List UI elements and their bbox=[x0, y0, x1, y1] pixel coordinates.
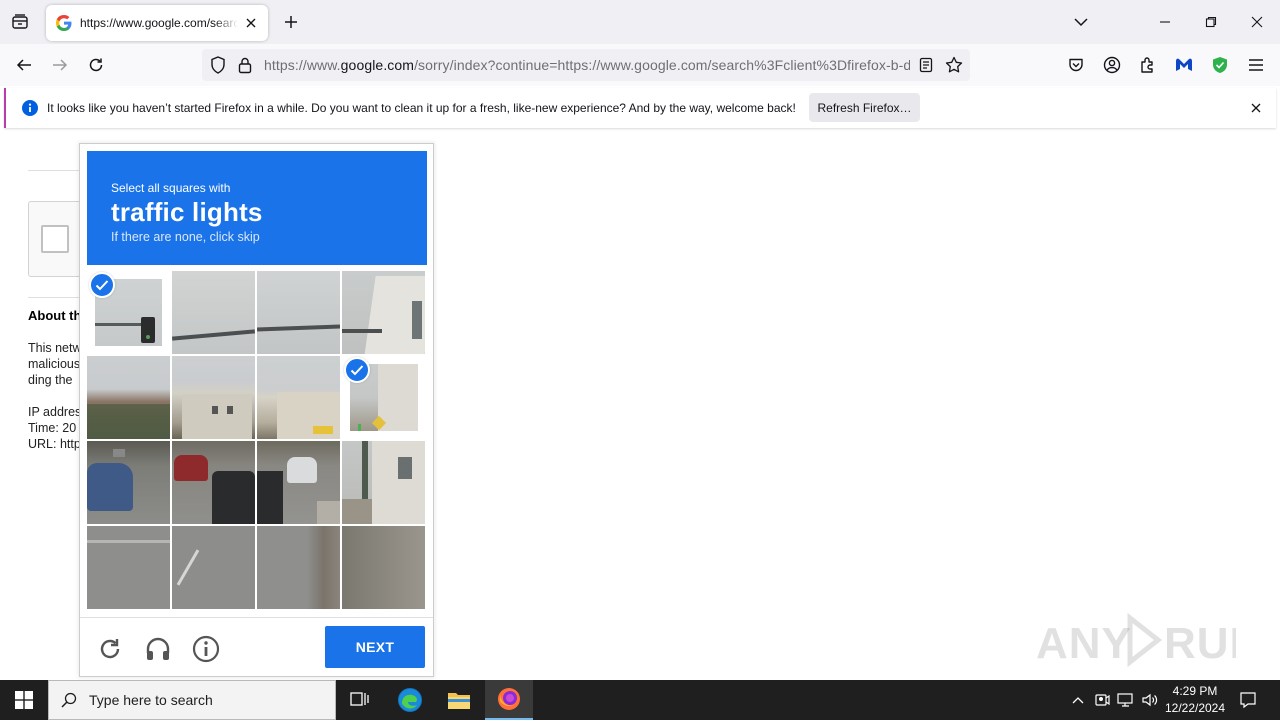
google-favicon bbox=[56, 15, 72, 31]
firefox-icon[interactable] bbox=[485, 680, 533, 720]
taskbar-search-placeholder: Type here to search bbox=[89, 692, 213, 708]
tab-strip: https://www.google.com/search bbox=[0, 0, 1280, 44]
task-view-icon[interactable] bbox=[336, 680, 384, 720]
captcha-tile[interactable] bbox=[257, 356, 340, 439]
captcha-tile[interactable] bbox=[257, 441, 340, 524]
svg-text:ANY: ANY bbox=[1036, 619, 1132, 668]
url-path: /sorry/index?continue=https://www.google… bbox=[414, 57, 910, 73]
captcha-tile[interactable] bbox=[87, 356, 170, 439]
account-icon[interactable] bbox=[1098, 51, 1126, 79]
url-text[interactable]: https://www.google.com/sorry/index?conti… bbox=[264, 57, 910, 75]
notification-message: It looks like you haven’t started Firefo… bbox=[47, 101, 796, 115]
captcha-grid bbox=[87, 271, 426, 610]
info-icon[interactable] bbox=[190, 633, 222, 665]
captcha-tile[interactable] bbox=[342, 271, 425, 354]
svg-text:RUN: RUN bbox=[1164, 619, 1236, 668]
star-icon[interactable] bbox=[944, 55, 964, 75]
reader-view-icon[interactable] bbox=[916, 55, 936, 75]
volume-icon[interactable] bbox=[1140, 690, 1160, 710]
close-icon[interactable] bbox=[1248, 100, 1264, 116]
headphones-icon[interactable] bbox=[142, 633, 174, 665]
about-heading: About th bbox=[28, 308, 82, 323]
info-icon bbox=[22, 100, 38, 116]
clock-time: 4:29 PM bbox=[1172, 684, 1218, 698]
taskbar-clock[interactable]: 4:29 PM 12/22/2024 bbox=[1162, 683, 1228, 717]
reload-icon[interactable] bbox=[82, 51, 110, 79]
captcha-tile[interactable] bbox=[87, 441, 170, 524]
url-host: google.com bbox=[340, 57, 415, 73]
ip-line: IP addres bbox=[28, 405, 82, 419]
chevron-down-icon[interactable] bbox=[1068, 10, 1094, 34]
clock-date: 12/22/2024 bbox=[1164, 701, 1226, 715]
menu-icon[interactable] bbox=[1242, 51, 1270, 79]
pocket-icon[interactable] bbox=[1062, 51, 1090, 79]
body-line: ding the bbox=[28, 373, 73, 387]
taskbar-search[interactable]: Type here to search bbox=[48, 680, 336, 720]
extensions-icon[interactable] bbox=[1134, 51, 1162, 79]
adblock-shield-icon[interactable] bbox=[1206, 51, 1234, 79]
captcha-tile[interactable] bbox=[172, 441, 255, 524]
captcha-header: Select all squares with traffic lights I… bbox=[87, 151, 427, 265]
magnifier-icon bbox=[61, 692, 77, 708]
body-line: This netw bbox=[28, 341, 82, 355]
reload-icon[interactable] bbox=[94, 633, 126, 665]
page-body-text: This netw malicious ding the IP addres T… bbox=[28, 340, 82, 452]
url-bar[interactable]: https://www.google.com/sorry/index?conti… bbox=[202, 49, 970, 81]
screen: https://www.google.com/search https://ww… bbox=[0, 0, 1280, 720]
recaptcha-checkbox[interactable] bbox=[41, 225, 69, 253]
checkmark-icon bbox=[344, 357, 370, 383]
time-line: Time: 20 bbox=[28, 421, 77, 435]
captcha-skip-hint: If there are none, click skip bbox=[111, 230, 260, 244]
edge-icon[interactable] bbox=[386, 680, 434, 720]
captcha-tile[interactable] bbox=[172, 271, 255, 354]
captcha-tile[interactable] bbox=[257, 526, 340, 609]
file-explorer-icon[interactable] bbox=[435, 680, 483, 720]
network-icon[interactable] bbox=[1116, 690, 1136, 710]
tab-list-icon[interactable] bbox=[6, 8, 34, 36]
close-icon[interactable] bbox=[242, 14, 260, 32]
checkmark-icon bbox=[89, 272, 115, 298]
tray-chevron-icon[interactable] bbox=[1068, 690, 1088, 710]
captcha-tile[interactable] bbox=[172, 526, 255, 609]
next-button[interactable]: NEXT bbox=[325, 626, 425, 668]
captcha-tile[interactable] bbox=[257, 271, 340, 354]
captcha-tile[interactable] bbox=[172, 356, 255, 439]
lock-icon[interactable] bbox=[235, 55, 255, 75]
captcha-tile[interactable] bbox=[342, 441, 425, 524]
divider bbox=[80, 617, 433, 618]
nav-bar: https://www.google.com/sorry/index?conti… bbox=[0, 44, 1280, 86]
window-close-icon[interactable] bbox=[1234, 0, 1280, 44]
plus-icon[interactable] bbox=[278, 9, 304, 35]
taskbar: Type here to search 4:29 PM 12/22/2024 bbox=[0, 680, 1280, 720]
forward-icon[interactable] bbox=[46, 51, 74, 79]
tab-google[interactable]: https://www.google.com/search bbox=[46, 5, 268, 41]
notification-icon[interactable] bbox=[1238, 690, 1258, 710]
captcha-instruction: Select all squares with bbox=[111, 181, 231, 195]
refresh-firefox-button[interactable]: Refresh Firefox… bbox=[809, 93, 920, 122]
malwarebytes-icon[interactable] bbox=[1170, 51, 1198, 79]
url-line: URL: http bbox=[28, 437, 81, 451]
refresh-notification: It looks like you haven’t started Firefo… bbox=[4, 88, 1276, 128]
restore-icon[interactable] bbox=[1188, 0, 1234, 44]
captcha-target: traffic lights bbox=[111, 197, 263, 227]
meet-now-icon[interactable] bbox=[1092, 690, 1112, 710]
windows-icon[interactable] bbox=[0, 680, 48, 720]
captcha-tile[interactable] bbox=[342, 526, 425, 609]
anyrun-watermark: ANY RUN bbox=[1036, 608, 1236, 672]
minimize-icon[interactable] bbox=[1142, 0, 1188, 44]
captcha-tile[interactable] bbox=[87, 526, 170, 609]
back-icon[interactable] bbox=[10, 51, 38, 79]
url-prefix: https://www. bbox=[264, 57, 341, 73]
captcha-challenge: Select all squares with traffic lights I… bbox=[79, 143, 434, 677]
tab-title: https://www.google.com/search bbox=[80, 16, 238, 30]
shield-icon[interactable] bbox=[208, 55, 228, 75]
body-line: malicious bbox=[28, 357, 81, 371]
